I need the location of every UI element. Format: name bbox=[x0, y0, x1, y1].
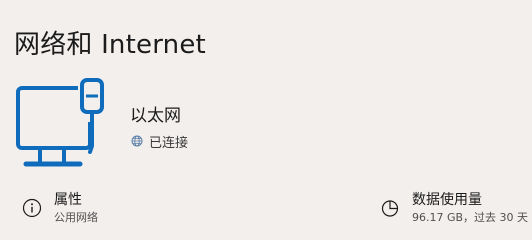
data-usage-subtitle: 96.17 GB，过去 30 天 bbox=[412, 211, 529, 224]
connection-status-label: 已连接 bbox=[149, 135, 189, 151]
page-title: 网络和 Internet bbox=[14, 30, 206, 60]
properties-tile[interactable]: 属性 公用网络 bbox=[14, 186, 234, 230]
data-usage-tile[interactable]: 数据使用量 96.17 GB，过去 30 天 bbox=[372, 186, 528, 230]
pie-chart-icon bbox=[381, 200, 399, 217]
globe-icon bbox=[131, 135, 143, 147]
ethernet-monitor-icon bbox=[16, 78, 104, 167]
connection-status: 已连接 bbox=[131, 132, 189, 151]
properties-subtitle: 公用网络 bbox=[54, 211, 98, 224]
network-name: 以太网 bbox=[130, 106, 181, 126]
data-usage-title: 数据使用量 bbox=[412, 192, 482, 208]
properties-title: 属性 bbox=[54, 192, 82, 208]
info-circle-icon bbox=[22, 198, 42, 218]
